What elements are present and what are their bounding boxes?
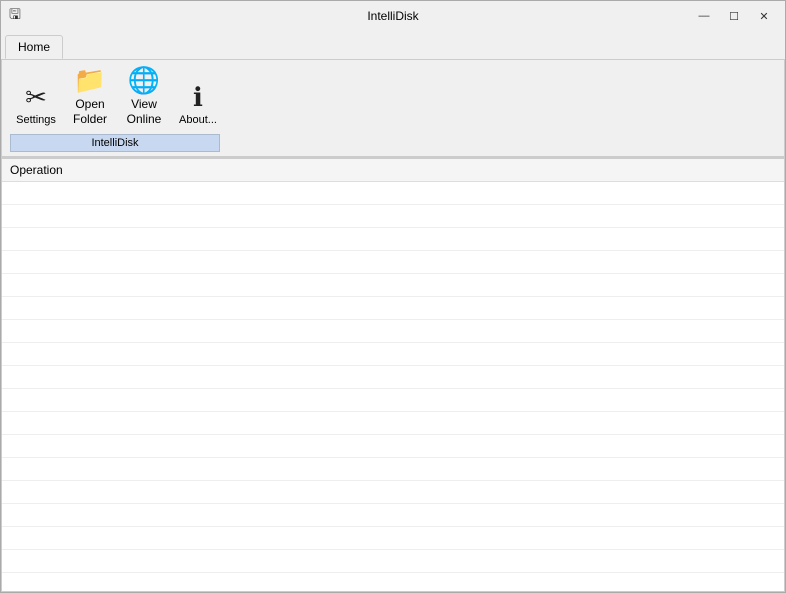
folder-icon: 📁	[74, 67, 106, 93]
globe-icon: 🌐	[128, 67, 160, 93]
table-row	[2, 205, 784, 228]
open-folder-button[interactable]: 📁 Open Folder	[64, 66, 116, 130]
table-row	[2, 320, 784, 343]
table-body	[2, 182, 784, 593]
settings-button[interactable]: ✂ Settings	[10, 66, 62, 130]
window-title: IntelliDisk	[367, 9, 418, 23]
info-icon: ℹ	[193, 84, 203, 110]
table-row	[2, 297, 784, 320]
window-controls: — ☐ ✕	[691, 6, 777, 26]
table-row	[2, 251, 784, 274]
settings-icon: ✂	[25, 84, 47, 110]
maximize-button[interactable]: ☐	[721, 6, 747, 26]
table-row	[2, 366, 784, 389]
table-row	[2, 527, 784, 550]
table-row	[2, 573, 784, 593]
main-window: 🖫 IntelliDisk — ☐ ✕ Home ✂ Settings	[0, 0, 786, 593]
table-row	[2, 343, 784, 366]
ribbon-content: ✂ Settings 📁 Open Folder 🌐	[1, 59, 785, 157]
table-row	[2, 435, 784, 458]
table-row	[2, 481, 784, 504]
about-button[interactable]: ℹ About...	[172, 66, 224, 130]
settings-label: Settings	[16, 114, 56, 127]
table-row	[2, 412, 784, 435]
app-icon: 🖫	[9, 4, 21, 28]
table-row	[2, 182, 784, 205]
about-label: About...	[179, 114, 217, 127]
content-area: Operation	[1, 158, 785, 592]
view-online-label: View Online	[127, 97, 162, 127]
minimize-button[interactable]: —	[691, 6, 717, 26]
active-section: IntelliDisk	[10, 134, 220, 152]
operations-table: Operation	[2, 159, 784, 592]
table-row	[2, 274, 784, 297]
operation-column-header: Operation	[2, 159, 784, 182]
title-bar: 🖫 IntelliDisk — ☐ ✕	[1, 1, 785, 31]
tab-home[interactable]: Home	[5, 35, 63, 59]
open-folder-label: Open Folder	[73, 97, 107, 127]
table-row	[2, 504, 784, 527]
table-row	[2, 228, 784, 251]
table-row	[2, 389, 784, 412]
view-online-button[interactable]: 🌐 View Online	[118, 66, 170, 130]
ribbon-tabs: Home	[1, 31, 785, 59]
ribbon: Home ✂ Settings 📁 Open Folder	[1, 31, 785, 158]
close-button[interactable]: ✕	[751, 6, 777, 26]
table-row	[2, 550, 784, 573]
table-row	[2, 458, 784, 481]
